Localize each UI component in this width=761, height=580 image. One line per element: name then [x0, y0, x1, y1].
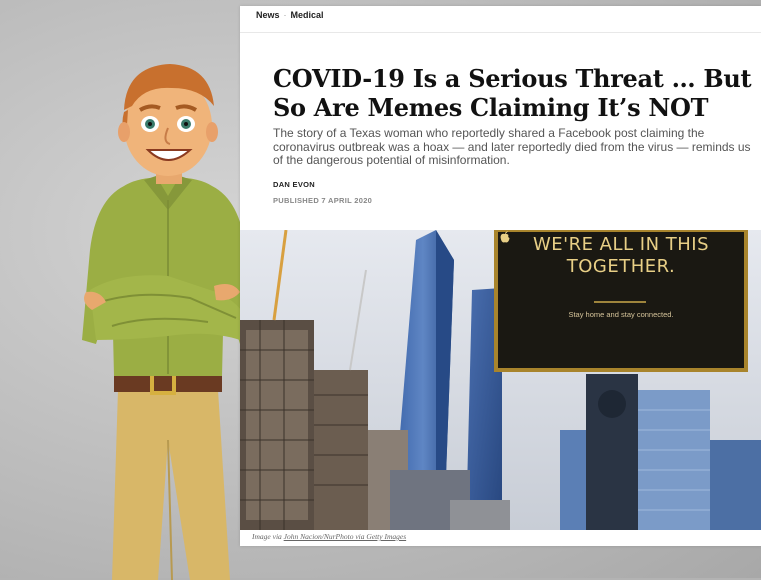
publish-date: PUBLISHED 7 APRIL 2020	[273, 196, 373, 205]
article-title: COVID-19 Is a Serious Threat … But So Ar…	[273, 64, 752, 122]
breadcrumb-news-link[interactable]: News	[256, 10, 280, 20]
photo-caption: Image via John Nacion/NurPhoto via Getty…	[252, 532, 406, 541]
breadcrumb-separator: ·	[283, 10, 287, 20]
billboard-title: WE'RE ALL IN THIS TOGETHER.	[532, 234, 710, 277]
article-photo: WE'RE ALL IN THIS TOGETHER. Stay home an…	[240, 230, 761, 530]
header-divider	[240, 32, 761, 33]
video-frame: News · Medical COVID-19 Is a Serious Threa…	[0, 0, 761, 580]
photo-credit-link[interactable]: John Nacion/NurPhoto via Getty Images	[284, 532, 406, 541]
caption-prefix: Image via	[252, 532, 284, 541]
breadcrumb-medical-link[interactable]: Medical	[291, 10, 324, 20]
article-summary: The story of a Texas woman who reportedl…	[273, 126, 751, 167]
apple-logo-icon	[500, 231, 510, 243]
author-name[interactable]: DAN EVON	[273, 180, 315, 189]
article-card: News · Medical COVID-19 Is a Serious Threa…	[240, 6, 761, 546]
breadcrumb: News · Medical	[256, 10, 324, 20]
presenter-character	[82, 64, 254, 580]
billboard-message: WE'RE ALL IN THIS TOGETHER. Stay home an…	[498, 230, 744, 365]
billboard-subtitle: Stay home and stay connected.	[568, 310, 674, 319]
